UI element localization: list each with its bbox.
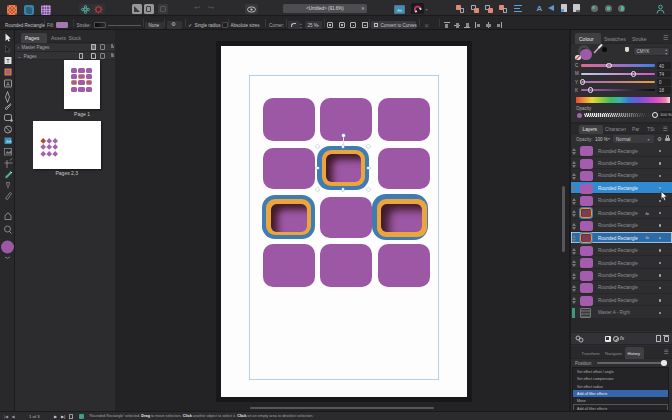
svg-text:A: A [6, 81, 10, 87]
